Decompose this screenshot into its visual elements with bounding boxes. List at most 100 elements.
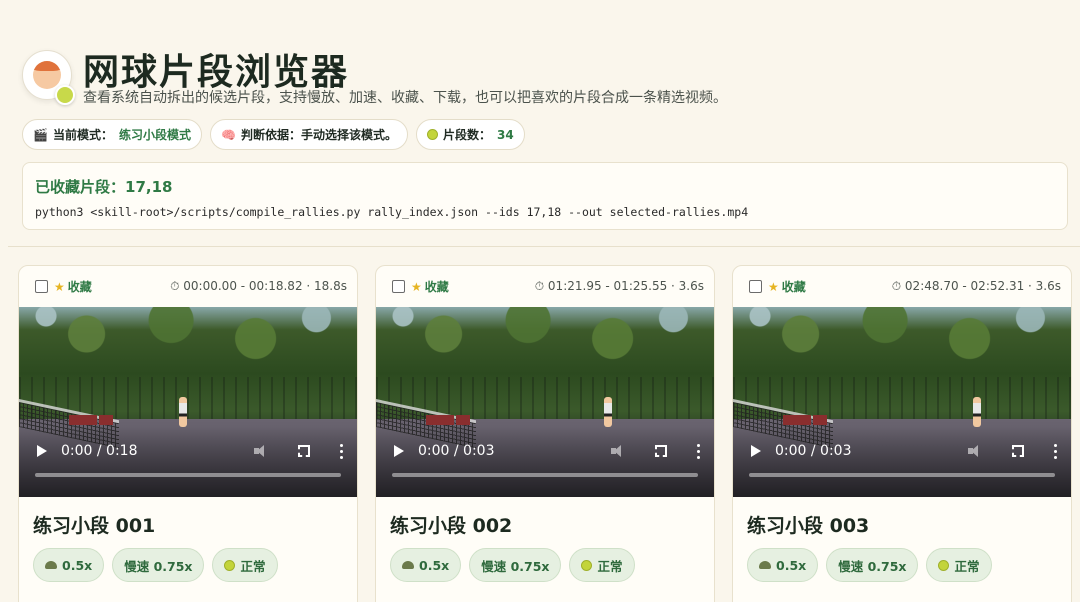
time-range-text: 02:48.70 - 02:52.31 · 3.6s [904,279,1061,293]
video-player[interactable]: 0:00 / 0:18 [19,307,357,497]
tennis-ball-icon [938,559,950,571]
favorite-toggle[interactable]: 收藏 [425,278,449,295]
fullscreen-icon[interactable] [298,445,310,457]
star-icon: ★ [411,279,422,294]
favorite-toggle[interactable]: 收藏 [68,278,92,295]
tennis-ball-icon [55,85,75,105]
video-frame-player [179,397,187,427]
progress-bar[interactable] [392,473,698,477]
more-options-icon[interactable] [697,443,700,459]
divider [8,246,1080,247]
more-options-icon[interactable] [340,443,343,459]
video-frame-player [604,397,612,427]
speed-buttons: 0.5x 慢速 0.75x 正常 [376,538,714,582]
volume-icon[interactable] [968,445,982,457]
player-time: 0:00 / 0:03 [775,443,852,459]
turtle-icon [402,561,414,569]
clip-title: 练习小段 003 [747,515,870,537]
play-icon[interactable] [394,445,404,457]
player-time: 0:00 / 0:18 [61,443,138,459]
count-label: 片段数： [442,128,491,142]
time-range-text: 01:21.95 - 01:25.55 · 3.6s [547,279,704,293]
clip-card: ★ 收藏 ⏱ 00:00.00 - 00:18.82 · 18.8s 0:00 … [18,265,358,602]
video-shade [376,427,714,497]
basis-value: 手动选择该模式。 [300,128,397,142]
time-range-text: 00:00.00 - 00:18.82 · 18.8s [183,279,347,293]
clip-title: 练习小段 002 [390,515,513,537]
speed-0.5x-button[interactable]: 0.5x [390,548,462,582]
user-face-icon [33,61,61,89]
star-icon: ★ [768,279,779,294]
clip-card-header: ★ 收藏 ⏱ 00:00.00 - 00:18.82 · 18.8s [19,266,357,307]
count-value: 34 [496,127,514,142]
tennis-ball-icon [224,559,236,571]
compile-command[interactable]: python3 <skill-root>/scripts/compile_ral… [35,205,1055,219]
player-actions [254,443,343,459]
turtle-icon [45,561,57,569]
speed-0.75x-button[interactable]: 慢速 0.75x [112,548,205,582]
clip-time-range: ⏱ 01:21.95 - 01:25.55 · 3.6s [534,279,704,293]
progress-bar[interactable] [749,473,1055,477]
more-options-icon[interactable] [1054,443,1057,459]
speed-label: 慢速 0.75x [124,558,193,574]
count-pill: 片段数： 34 [415,119,525,150]
clip-card: ★ 收藏 ⏱ 02:48.70 - 02:52.31 · 3.6s 0:00 /… [732,265,1072,602]
video-controls: 0:00 / 0:03 [394,441,700,461]
speed-label: 0.5x [419,557,450,573]
video-player[interactable]: 0:00 / 0:03 [733,307,1071,497]
clip-card: ★ 收藏 ⏱ 01:21.95 - 01:25.55 · 3.6s 0:00 /… [375,265,715,602]
tennis-ball-icon [581,559,593,571]
speed-0.75x-button[interactable]: 慢速 0.75x [469,548,562,582]
player-actions [968,443,1057,459]
speed-label: 正常 [597,558,623,574]
player-time: 0:00 / 0:03 [418,443,495,459]
star-icon: ★ [54,279,65,294]
video-controls: 0:00 / 0:03 [751,441,1057,461]
select-checkbox[interactable] [35,280,48,293]
fullscreen-icon[interactable] [655,445,667,457]
video-frame-player [973,397,981,427]
play-icon[interactable] [751,445,761,457]
play-icon[interactable] [37,445,47,457]
select-checkbox[interactable] [749,280,762,293]
clapperboard-icon: 🎬 [33,127,48,142]
favorite-toggle[interactable]: 收藏 [782,278,806,295]
speed-0.5x-button[interactable]: 0.5x [33,548,105,582]
clip-card-header: ★ 收藏 ⏱ 02:48.70 - 02:52.31 · 3.6s [733,266,1071,307]
speed-0.75x-button[interactable]: 慢速 0.75x [826,548,919,582]
speed-label: 正常 [240,558,266,574]
favorites-panel: 已收藏片段：17,18 python3 <skill-root>/scripts… [22,162,1068,230]
clip-card-header: ★ 收藏 ⏱ 01:21.95 - 01:25.55 · 3.6s [376,266,714,307]
speed-label: 慢速 0.75x [838,558,907,574]
mode-pill: 🎬 当前模式： 练习小段模式 [22,119,202,150]
speed-buttons: 0.5x 慢速 0.75x 正常 [19,538,357,582]
speed-0.5x-button[interactable]: 0.5x [747,548,819,582]
player-actions [611,443,700,459]
clip-time-range: ⏱ 00:00.00 - 00:18.82 · 18.8s [170,279,347,293]
video-player[interactable]: 0:00 / 0:03 [376,307,714,497]
speed-normal-button[interactable]: 正常 [926,548,992,582]
speed-label: 0.5x [776,557,807,573]
progress-bar[interactable] [35,473,341,477]
video-shade [733,427,1071,497]
speed-normal-button[interactable]: 正常 [212,548,278,582]
video-frame-bench [783,415,811,425]
video-frame-bench [99,415,113,425]
volume-icon[interactable] [611,445,625,457]
video-frame-bench [426,415,454,425]
fullscreen-icon[interactable] [1012,445,1024,457]
select-checkbox[interactable] [392,280,405,293]
clip-time-range: ⏱ 02:48.70 - 02:52.31 · 3.6s [891,279,1061,293]
speed-buttons: 0.5x 慢速 0.75x 正常 [733,538,1071,582]
video-frame-bench [456,415,470,425]
avatar [22,50,75,105]
basis-label: 判断依据： [240,128,301,142]
basis-pill: 🧠 判断依据： 手动选择该模式。 [209,119,408,150]
tennis-ball-icon [426,129,438,140]
speed-label: 正常 [954,558,980,574]
volume-icon[interactable] [254,445,268,457]
video-frame-bench [69,415,97,425]
speed-normal-button[interactable]: 正常 [569,548,635,582]
speed-label: 慢速 0.75x [481,558,550,574]
page-subtitle: 查看系统自动拆出的候选片段，支持慢放、加速、收藏、下载，也可以把喜欢的片段合成一… [83,90,727,106]
